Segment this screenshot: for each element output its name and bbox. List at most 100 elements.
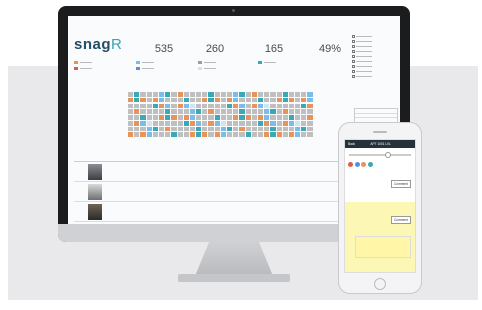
unit-cell[interactable] [134, 115, 140, 120]
status-dot[interactable] [348, 162, 353, 167]
unit-cell[interactable] [307, 92, 313, 97]
unit-cell[interactable] [208, 115, 214, 120]
unit-cell[interactable] [270, 132, 276, 138]
unit-cell[interactable] [301, 126, 307, 132]
unit-cell[interactable] [301, 109, 307, 114]
unit-cell[interactable] [146, 126, 152, 132]
unit-cell[interactable] [257, 103, 264, 109]
unit-cell[interactable] [134, 126, 140, 132]
unit-cell[interactable] [239, 115, 245, 120]
unit-cell[interactable] [264, 120, 270, 126]
unit-cell[interactable] [171, 92, 177, 97]
legend-item[interactable] [136, 67, 154, 70]
unit-cell[interactable] [152, 92, 158, 97]
legend-item[interactable] [74, 67, 92, 70]
unit-cell[interactable] [220, 109, 226, 114]
unit-cell[interactable] [295, 109, 301, 114]
unit-cell[interactable] [183, 92, 189, 97]
unit-cell[interactable] [301, 120, 307, 126]
unit-cell[interactable] [214, 115, 220, 120]
unit-cell[interactable] [220, 132, 226, 138]
unit-cell[interactable] [202, 132, 208, 138]
unit-cell[interactable] [140, 97, 146, 103]
unit-cell[interactable] [183, 103, 189, 109]
checkbox[interactable] [352, 70, 355, 73]
unit-cell[interactable] [220, 126, 226, 132]
unit-cell[interactable] [158, 109, 165, 114]
unit-cell[interactable] [270, 109, 276, 114]
unit-cell[interactable] [183, 132, 189, 138]
unit-cell[interactable] [196, 97, 202, 103]
unit-cell[interactable] [288, 97, 295, 103]
unit-cell[interactable] [165, 120, 171, 126]
unit-cell[interactable] [134, 132, 140, 138]
unit-cell[interactable] [165, 92, 171, 97]
unit-cell[interactable] [288, 115, 295, 120]
unit-cell[interactable] [140, 109, 146, 114]
unit-cell[interactable] [189, 92, 196, 97]
unit-cell[interactable] [245, 92, 251, 97]
unit-cell[interactable] [177, 115, 183, 120]
unit-cell[interactable] [134, 103, 140, 109]
unit-cell[interactable] [152, 97, 158, 103]
unit-cell[interactable] [220, 120, 226, 126]
unit-cell[interactable] [128, 132, 134, 138]
unit-cell[interactable] [214, 97, 220, 103]
unit-cell[interactable] [214, 109, 220, 114]
unit-cell[interactable] [171, 103, 177, 109]
unit-cell[interactable] [128, 126, 134, 132]
table-row[interactable] [74, 162, 350, 182]
priority-slider[interactable] [349, 152, 411, 158]
unit-cell[interactable] [177, 120, 183, 126]
checkbox[interactable] [352, 55, 355, 58]
unit-cell[interactable] [220, 92, 226, 97]
status-dot[interactable] [354, 162, 360, 167]
unit-cell[interactable] [301, 132, 307, 138]
unit-cell[interactable] [134, 97, 140, 103]
unit-cell[interactable] [276, 132, 282, 138]
filter-item[interactable] [352, 74, 400, 79]
unit-cell[interactable] [171, 115, 177, 120]
unit-cell[interactable] [177, 109, 183, 114]
unit-cell[interactable] [295, 120, 301, 126]
unit-cell[interactable] [270, 126, 276, 132]
unit-cell[interactable] [183, 97, 189, 103]
unit-cell[interactable] [264, 115, 270, 120]
unit-cell[interactable] [183, 120, 189, 126]
unit-cell[interactable] [251, 120, 257, 126]
unit-cell[interactable] [301, 115, 307, 120]
unit-cell[interactable] [288, 103, 295, 109]
unit-cell[interactable] [295, 97, 301, 103]
unit-cell[interactable] [233, 126, 239, 132]
unit-cell[interactable] [264, 103, 270, 109]
unit-cell[interactable] [214, 120, 220, 126]
unit-cell[interactable] [264, 97, 270, 103]
unit-cell[interactable] [171, 109, 177, 114]
unit-cell[interactable] [140, 132, 146, 138]
unit-cell[interactable] [227, 120, 233, 126]
unit-cell[interactable] [239, 92, 245, 97]
unit-cell[interactable] [307, 103, 313, 109]
unit-cell[interactable] [214, 92, 220, 97]
unit-cell[interactable] [146, 120, 152, 126]
unit-cell[interactable] [233, 97, 239, 103]
unit-cell[interactable] [264, 126, 270, 132]
unit-cell[interactable] [158, 132, 165, 138]
unit-cell[interactable] [152, 103, 158, 109]
unit-cell[interactable] [295, 126, 301, 132]
unit-cell[interactable] [134, 109, 140, 114]
unit-cell[interactable] [264, 109, 270, 114]
unit-cell[interactable] [128, 103, 134, 109]
legend-item[interactable] [136, 61, 154, 64]
unit-cell[interactable] [251, 103, 257, 109]
unit-cell[interactable] [208, 103, 214, 109]
unit-cell[interactable] [134, 120, 140, 126]
unit-cell[interactable] [152, 109, 158, 114]
unit-cell[interactable] [307, 109, 313, 114]
unit-cell[interactable] [239, 126, 245, 132]
unit-cell[interactable] [251, 132, 257, 138]
unit-cell[interactable] [189, 132, 196, 138]
checkbox[interactable] [352, 50, 355, 53]
unit-cell[interactable] [276, 126, 282, 132]
unit-cell[interactable] [177, 132, 183, 138]
